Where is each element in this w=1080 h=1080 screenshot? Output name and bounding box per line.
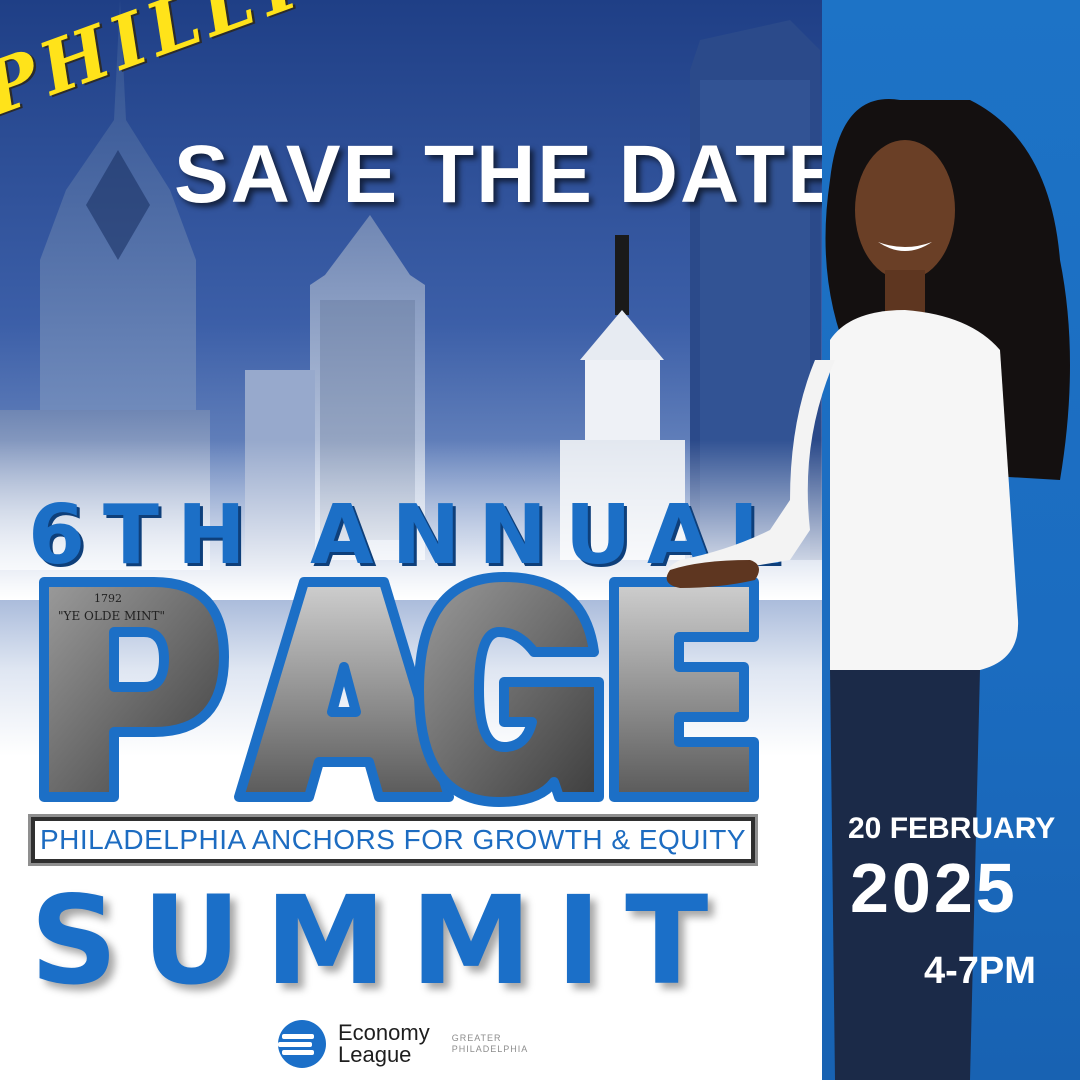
event-date-day-month: 20 FEBRUARY: [848, 812, 1056, 845]
logo-sub-line-1: GREATER: [451, 1033, 502, 1043]
economy-league-logo-icon: [278, 1020, 326, 1068]
mint-year-label: 1792: [94, 592, 122, 605]
logo-subtitle: GREATER PHILADELPHIA: [452, 1033, 529, 1055]
logo-line-2: League: [338, 1042, 412, 1067]
economy-league-wordmark: Economy League: [338, 1022, 430, 1066]
logo-line-1: Economy: [338, 1020, 430, 1045]
mint-sign-label: "YE OLDE MINT": [58, 609, 165, 623]
economy-league-logo: Economy League GREATER PHILADELPHIA: [276, 1018, 528, 1070]
logo-sub-line-2: PHILADELPHIA: [451, 1044, 529, 1054]
event-time: 4-7PM: [924, 950, 1036, 992]
event-date-year: 2025: [850, 849, 1018, 927]
